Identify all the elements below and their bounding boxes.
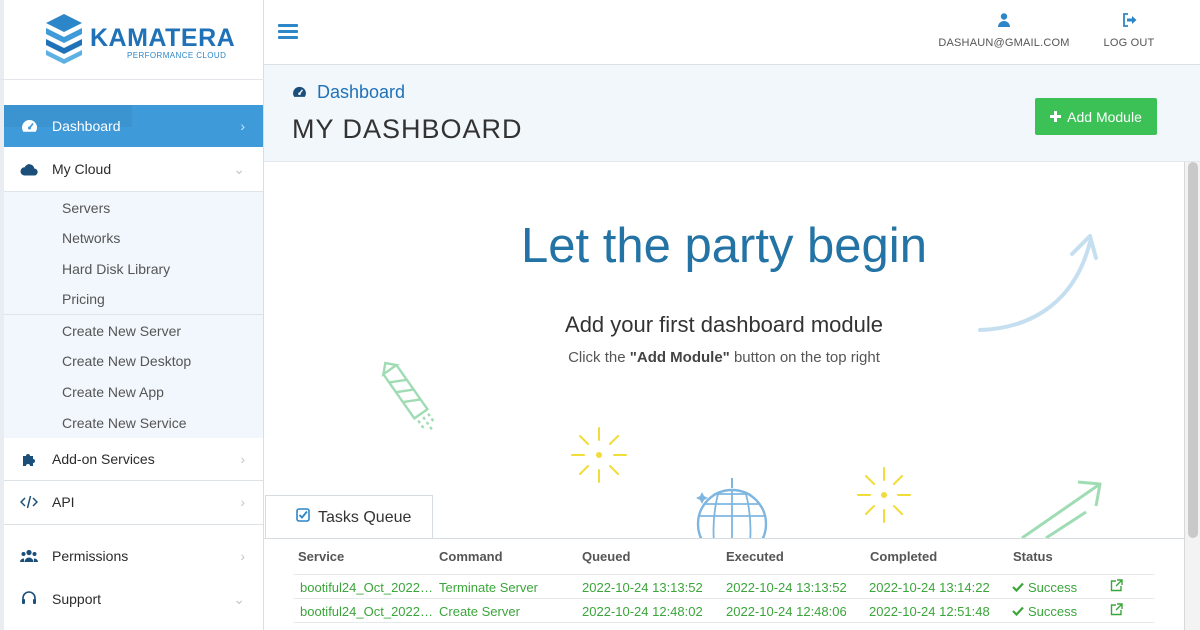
brand-tagline: PERFORMANCE CLOUD <box>127 51 227 60</box>
submenu-item-create-app[interactable]: Create New App <box>62 384 164 400</box>
submenu-item-create-server[interactable]: Create New Server <box>62 323 181 339</box>
sidebar: KAMATERA PERFORMANCE CLOUD Dashboard › M… <box>0 0 264 630</box>
column-header-service[interactable]: Service <box>298 549 344 564</box>
sidebar-item-my-cloud[interactable]: My Cloud ⌄ <box>4 148 263 190</box>
kamatera-logo-icon <box>46 14 82 64</box>
task-queued: 2022-10-24 12:48:02 <box>582 604 703 619</box>
sidebar-item-api[interactable]: API › <box>4 481 263 523</box>
task-command: Create Server <box>439 604 520 619</box>
chevron-right-icon: › <box>240 494 245 510</box>
table-row: bootiful24_Oct_2022_13-11-36 Create Serv… <box>294 598 1154 622</box>
table-row: bootiful24_Oct_2022_13-11-36 Terminate S… <box>294 574 1154 598</box>
hint-prefix: Click the <box>568 349 630 366</box>
page-scrollbar[interactable] <box>1184 162 1200 630</box>
task-service[interactable]: bootiful24_Oct_2022_13-11-36 <box>300 604 436 619</box>
submenu-item-pricing[interactable]: Pricing <box>62 291 105 307</box>
status-label: Success <box>1028 604 1078 619</box>
task-completed: 2022-10-24 12:51:48 <box>869 604 990 619</box>
my-cloud-submenu: Servers Networks Hard Disk Library Prici… <box>4 191 263 314</box>
code-icon <box>20 493 38 511</box>
task-queued: 2022-10-24 13:13:52 <box>582 580 703 595</box>
column-header-executed[interactable]: Executed <box>726 549 784 564</box>
column-header-completed[interactable]: Completed <box>870 549 937 564</box>
chevron-down-icon: ⌄ <box>233 160 245 177</box>
firework-icon <box>857 467 911 523</box>
task-status: Success <box>1012 604 1077 619</box>
task-executed: 2022-10-24 13:13:52 <box>726 580 847 595</box>
sidebar-item-label: Permissions <box>52 548 129 564</box>
sidebar-item-label: Dashboard <box>52 118 121 134</box>
dashboard-icon <box>292 82 307 103</box>
breadcrumb-label: Dashboard <box>317 82 406 102</box>
dashboard-icon <box>20 117 38 135</box>
brand-name: KAMATERA <box>90 24 236 52</box>
disco-ball-icon <box>696 478 768 542</box>
sidebar-item-permissions[interactable]: Permissions › <box>4 535 263 577</box>
user-email: DASHAUN@GMAIL.COM <box>938 37 1070 49</box>
chevron-right-icon: › <box>240 451 245 467</box>
tab-label: Tasks Queue <box>318 508 412 526</box>
hint-suffix: button on the top right <box>729 349 880 366</box>
checkbox-checked-icon <box>296 508 310 527</box>
status-label: Success <box>1028 580 1078 595</box>
puzzle-icon <box>20 450 38 468</box>
page-title: MY DASHBOARD <box>292 114 523 144</box>
cloud-icon <box>20 160 38 178</box>
chevron-right-icon: › <box>240 548 245 564</box>
firework-icon <box>571 427 627 483</box>
arrow-firework-icon <box>1021 480 1102 540</box>
hint-bold: "Add Module" <box>629 349 730 366</box>
tasks-queue-panel: Service Command Queued Executed Complete… <box>264 538 1184 630</box>
submenu-item-networks[interactable]: Networks <box>62 230 120 246</box>
sidebar-item-dashboard[interactable]: Dashboard › <box>4 105 263 147</box>
sidebar-item-label: API <box>52 494 75 510</box>
submenu-item-hard-disk-library[interactable]: Hard Disk Library <box>62 261 170 277</box>
plus-icon <box>1050 109 1062 125</box>
tab-tasks-queue[interactable]: Tasks Queue <box>265 495 433 539</box>
table-row <box>294 622 1154 630</box>
add-module-button[interactable]: Add Module <box>1035 98 1157 135</box>
logout-button[interactable]: LOG OUT <box>1094 13 1164 49</box>
sign-out-icon <box>1094 13 1164 31</box>
chevron-right-icon: › <box>240 118 245 134</box>
external-link-icon[interactable] <box>1110 579 1123 597</box>
user-icon <box>924 13 1084 31</box>
add-module-label: Add Module <box>1067 108 1142 125</box>
empty-dashboard-hero: Let the party begin Add your first dashb… <box>264 162 1184 542</box>
headset-icon <box>20 590 38 608</box>
task-status: Success <box>1012 580 1077 595</box>
check-icon <box>1012 580 1024 595</box>
brand-logo[interactable]: KAMATERA PERFORMANCE CLOUD <box>0 0 264 80</box>
submenu-item-servers[interactable]: Servers <box>62 200 110 216</box>
page-header: Dashboard MY DASHBOARD Add Module <box>264 65 1200 162</box>
sidebar-item-add-on-services[interactable]: Add-on Services › <box>4 438 263 480</box>
logout-label: LOG OUT <box>1103 37 1155 49</box>
sidebar-divider <box>4 524 263 525</box>
submenu-item-create-desktop[interactable]: Create New Desktop <box>62 353 191 369</box>
task-service[interactable]: bootiful24_Oct_2022_13-11-36 <box>300 580 436 595</box>
sidebar-item-label: Add-on Services <box>52 451 155 467</box>
sidebar-item-support[interactable]: Support ⌄ <box>4 578 263 620</box>
task-executed: 2022-10-24 12:48:06 <box>726 604 847 619</box>
top-bar: DASHAUN@GMAIL.COM LOG OUT <box>264 0 1200 65</box>
sidebar-item-label: Support <box>52 591 102 607</box>
scrollbar-thumb[interactable] <box>1188 162 1198 538</box>
create-submenu: Create New Server Create New Desktop Cre… <box>4 314 263 438</box>
rocket-icon <box>381 361 435 431</box>
task-completed: 2022-10-24 13:14:22 <box>869 580 990 595</box>
menu-toggle-icon[interactable] <box>278 24 298 40</box>
chevron-down-icon: ⌄ <box>233 590 245 607</box>
task-command: Terminate Server <box>439 580 538 595</box>
curved-arrow-icon <box>978 234 1098 332</box>
column-header-command[interactable]: Command <box>439 549 503 564</box>
sidebar-item-label: My Cloud <box>52 161 112 177</box>
check-icon <box>1012 604 1024 619</box>
column-header-status[interactable]: Status <box>1013 549 1053 564</box>
external-link-icon[interactable] <box>1110 603 1123 621</box>
submenu-item-create-service[interactable]: Create New Service <box>62 415 187 431</box>
user-account[interactable]: DASHAUN@GMAIL.COM <box>924 13 1084 49</box>
column-header-queued[interactable]: Queued <box>582 549 630 564</box>
breadcrumb[interactable]: Dashboard <box>292 82 405 103</box>
users-icon <box>20 547 38 565</box>
